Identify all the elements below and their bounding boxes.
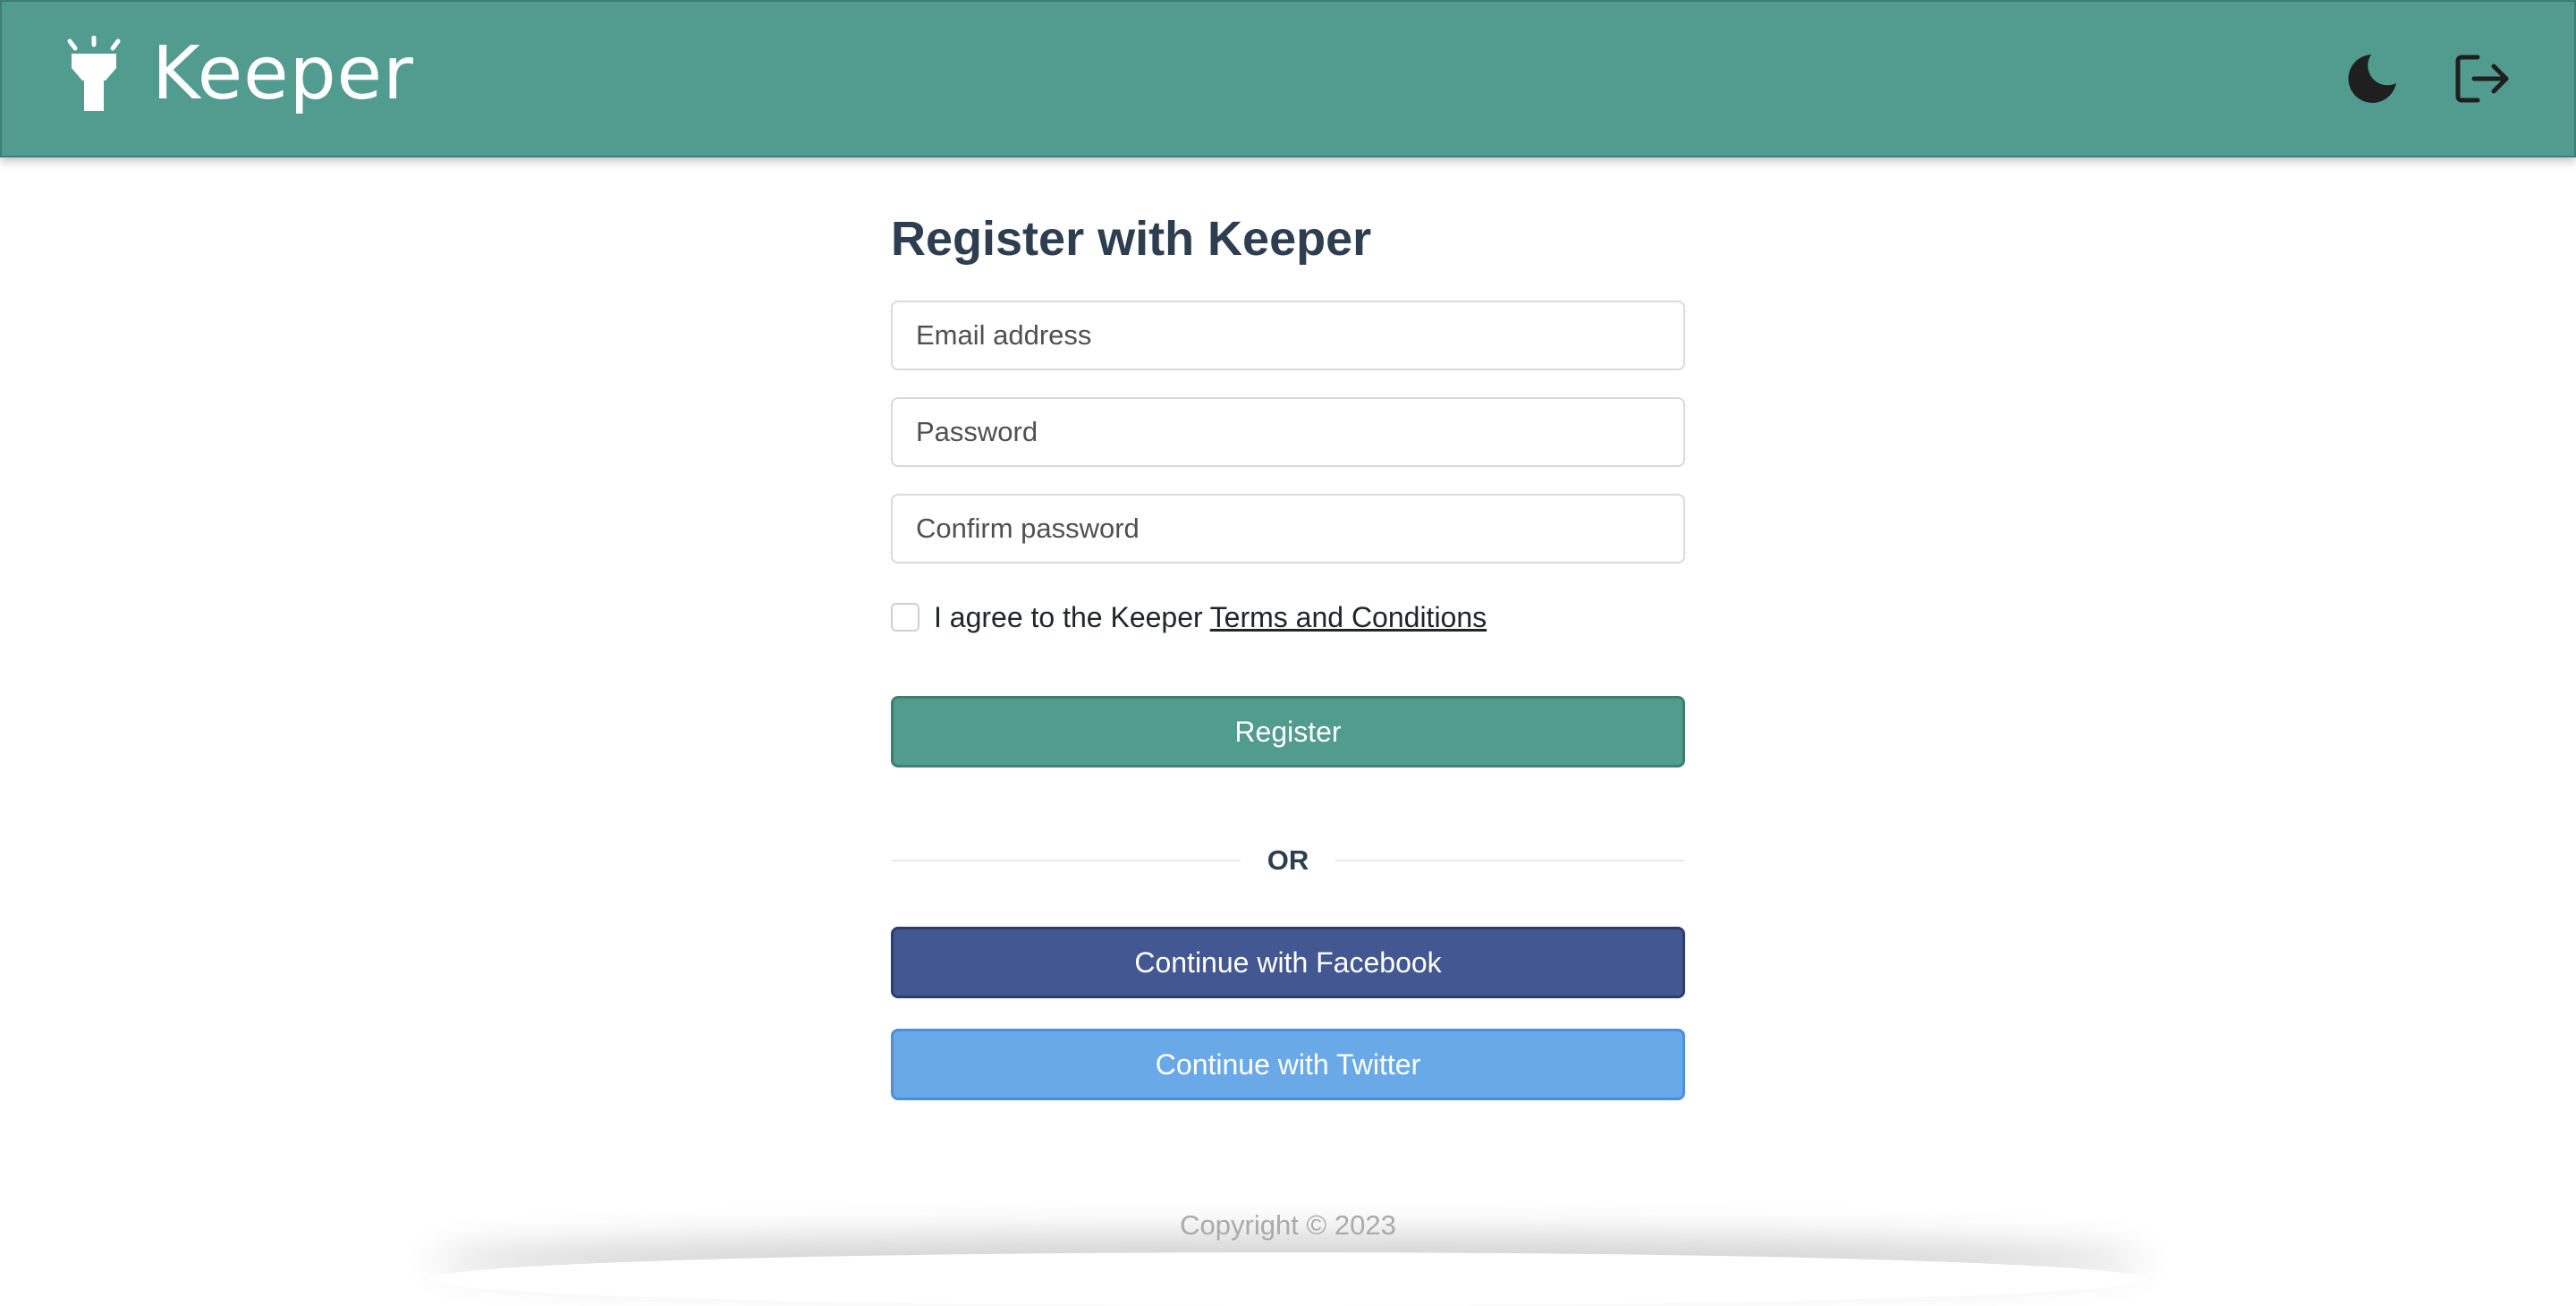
logout-button[interactable]: [2453, 48, 2513, 109]
divider-text: OR: [1267, 844, 1309, 876]
email-field[interactable]: [891, 301, 1685, 370]
top-navbar: Keeper: [0, 0, 2576, 157]
footer-copyright: Copyright © 2023: [1180, 1209, 1396, 1241]
terms-text: I agree to the Keeper: [934, 600, 1203, 633]
flashlight-icon: [67, 36, 121, 111]
facebook-login-button[interactable]: Continue with Facebook: [891, 927, 1685, 998]
divider-line-right: [1335, 860, 1685, 861]
nav-actions: [2342, 48, 2513, 109]
moon-icon: [2348, 55, 2396, 103]
confirm-password-field[interactable]: [891, 494, 1685, 564]
or-divider: OR: [891, 843, 1685, 878]
divider-line-left: [891, 860, 1241, 861]
brand-link[interactable]: Keeper: [66, 36, 414, 113]
twitter-login-button[interactable]: Continue with Twitter: [891, 1029, 1685, 1100]
theme-toggle-button[interactable]: [2342, 48, 2402, 109]
register-button[interactable]: Register: [891, 696, 1685, 767]
page-title: Register with Keeper: [891, 212, 1372, 266]
password-field[interactable]: [891, 397, 1685, 467]
terms-checkbox[interactable]: [891, 603, 919, 632]
brand-name: Keeper: [152, 31, 414, 116]
footer-shadow: [429, 1252, 2147, 1306]
logout-icon: [2455, 55, 2509, 103]
terms-link[interactable]: Terms and Conditions: [1210, 601, 1487, 634]
register-form-container: Register with Keeper I agree to the Keep…: [891, 157, 1685, 1100]
terms-row: I agree to the Keeper Terms and Conditio…: [891, 599, 1685, 635]
